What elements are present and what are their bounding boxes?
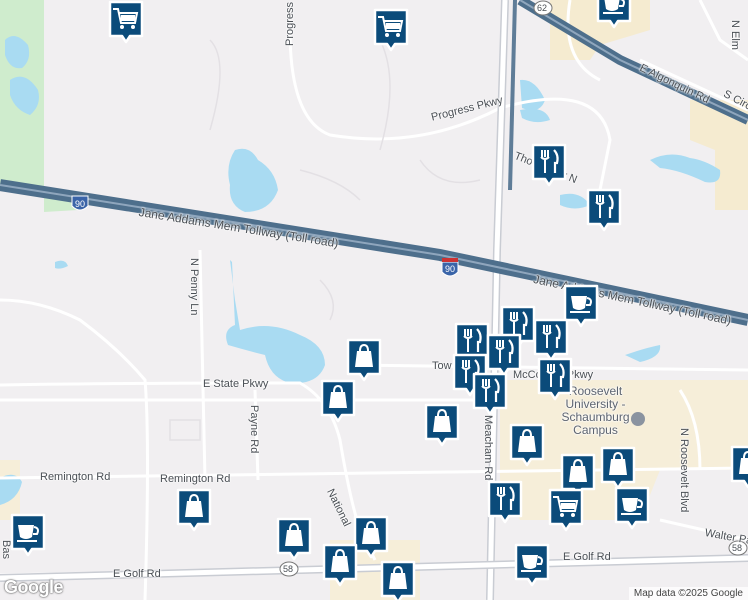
map-attribution[interactable]: Map data ©2025 Google [628,587,748,600]
shopping-marker[interactable] [322,543,358,587]
shopping-marker[interactable] [276,517,312,561]
shopping-marker[interactable] [353,515,389,559]
shopping-marker[interactable] [730,445,748,489]
shopping-marker[interactable] [176,488,212,532]
road-label-remington-w: Remington Rd [40,471,111,483]
cafe-marker[interactable] [514,543,550,587]
road-label-meacham: Meacham Rd [482,415,494,481]
shield-58-w-label: 58 [283,564,294,574]
shopping-marker[interactable] [380,560,416,600]
shopping-marker[interactable] [424,403,460,447]
restaurant-marker[interactable] [472,372,508,416]
road-label-payne: Payne Rd [248,405,260,454]
restaurant-marker[interactable] [586,188,622,232]
road-label-e-state: E State Pkwy [203,378,269,390]
restaurant-marker[interactable] [531,143,567,187]
road-label-n-penny: N Penny Ln [188,258,200,316]
cafe-marker[interactable] [596,0,632,29]
grocery-marker[interactable] [108,0,144,44]
cafe-marker[interactable] [614,486,650,530]
shopping-marker[interactable] [346,338,382,382]
road-label-e-golf-w: E Golf Rd [113,568,161,580]
google-logo: Google [4,577,64,597]
restaurant-marker[interactable] [537,357,573,401]
road-label-progress: Progress [284,1,296,46]
shield-i90-east-label: 90 [445,264,456,274]
shopping-marker[interactable] [320,379,356,423]
road-label-n-roosevelt: N Roosevelt Blvd [678,428,690,513]
shopping-marker[interactable] [600,446,636,490]
road-label-n-elm: N Elm [729,20,741,50]
grocery-marker[interactable] [373,8,409,52]
shield-i90-west-label: 90 [75,199,86,209]
grocery-marker[interactable] [548,488,584,532]
restaurant-marker[interactable] [533,318,569,362]
shield-62-label: 62 [537,3,548,13]
cafe-marker[interactable] [10,513,46,557]
restaurant-marker[interactable] [486,333,522,377]
road-label-e-golf-e: E Golf Rd [563,551,611,563]
restaurant-marker[interactable] [487,480,523,524]
shopping-marker[interactable] [509,423,545,467]
road-label-tower: Tow [432,360,452,372]
map-canvas[interactable]: 90 90 62 58 58 Jane Addams Mem Tollway (… [0,0,748,600]
road-label-remington-e: Remington Rd [160,473,231,485]
